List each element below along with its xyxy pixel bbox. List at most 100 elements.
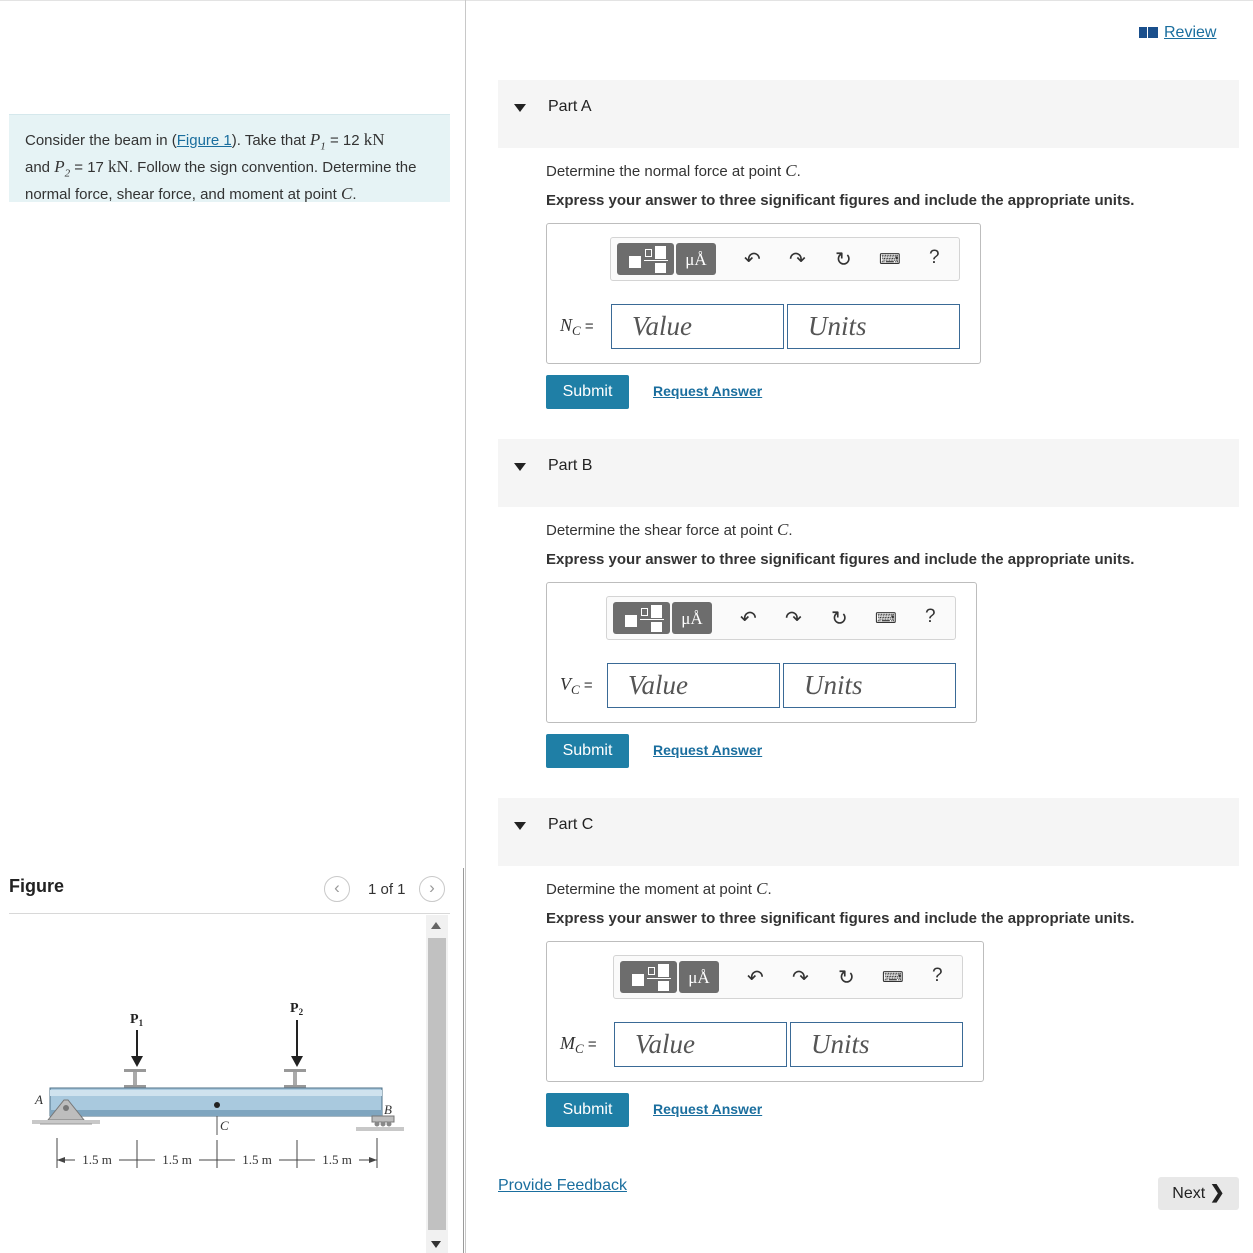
- part-c-submit-button[interactable]: Submit: [546, 1093, 629, 1127]
- prev-figure-button[interactable]: ‹: [324, 876, 350, 902]
- redo-icon[interactable]: ↷: [789, 247, 806, 272]
- units-symbols-button[interactable]: μÅ: [676, 243, 716, 275]
- part-a-answer-box: μÅ ↶ ↷ ↻ ⌨ ? NC = Value Units: [546, 223, 981, 364]
- part-b-answer-box: μÅ ↶ ↷ ↻ ⌨ ? VC = Value Units: [546, 582, 977, 723]
- point-b-label: B: [384, 1102, 392, 1117]
- reset-icon[interactable]: ↻: [838, 965, 855, 990]
- templates-button[interactable]: [613, 602, 670, 634]
- vc-value-input[interactable]: Value: [607, 663, 780, 708]
- p2-arrowhead: [291, 1056, 303, 1067]
- keyboard-icon[interactable]: ⌨: [875, 609, 897, 627]
- nc-label: NC =: [560, 315, 594, 338]
- roller-support-b: [371, 1115, 395, 1123]
- problem-text: Consider the beam in (: [25, 132, 177, 149]
- ground-a: [32, 1120, 100, 1124]
- part-b-header[interactable]: Part B: [498, 439, 1239, 507]
- templates-button[interactable]: [620, 961, 677, 993]
- mc-label: MC =: [560, 1033, 597, 1056]
- part-b-instruction: Express your answer to three significant…: [546, 551, 1135, 568]
- figure-nav: ‹ 1 of 1 ›: [324, 876, 450, 904]
- ground-b: [356, 1127, 404, 1131]
- part-c-question: Determine the moment at point C.: [546, 879, 772, 898]
- math-toolbar: μÅ ↶ ↷ ↻ ⌨ ?: [613, 955, 963, 999]
- p1-value: = 12: [325, 132, 364, 149]
- nc-value-input[interactable]: Value: [611, 304, 784, 349]
- point-c-dot: [214, 1102, 220, 1108]
- part-a-question: Determine the normal force at point C.: [546, 161, 801, 180]
- help-icon[interactable]: ?: [925, 606, 936, 628]
- vc-units-input[interactable]: Units: [783, 663, 956, 708]
- p2-post: [293, 1072, 297, 1086]
- p2-label: P2: [290, 1001, 304, 1017]
- mc-value-input[interactable]: Value: [614, 1022, 787, 1067]
- panel-divider: [465, 0, 466, 1253]
- point-c-symbol: C: [341, 183, 353, 203]
- collapse-triangle-icon: [514, 104, 526, 112]
- keyboard-icon[interactable]: ⌨: [882, 968, 904, 986]
- pin-a: [63, 1105, 69, 1111]
- part-c-request-answer-link[interactable]: Request Answer: [653, 1101, 762, 1117]
- beam-highlight: [50, 1090, 382, 1096]
- help-icon[interactable]: ?: [929, 247, 940, 269]
- units-symbols-button[interactable]: μÅ: [679, 961, 719, 993]
- p1-label: P1: [130, 1012, 144, 1028]
- part-b-title: Part B: [548, 457, 593, 474]
- part-b-question: Determine the shear force at point C.: [546, 520, 793, 539]
- p1-symbol: P1: [309, 130, 326, 153]
- p1-bracket: [124, 1069, 146, 1072]
- next-button[interactable]: Next ❯: [1158, 1177, 1239, 1210]
- beam-shadow: [50, 1110, 382, 1116]
- reset-icon[interactable]: ↻: [835, 247, 852, 272]
- undo-icon[interactable]: ↶: [740, 606, 757, 631]
- p2-unit: kN: [108, 156, 129, 176]
- keyboard-icon[interactable]: ⌨: [879, 250, 901, 268]
- figure-title: Figure: [9, 876, 65, 896]
- undo-icon[interactable]: ↶: [747, 965, 764, 990]
- help-icon[interactable]: ?: [932, 965, 943, 987]
- p2-symbol: P2: [54, 156, 71, 180]
- part-a-header[interactable]: Part A: [498, 80, 1239, 148]
- part-a-instruction: Express your answer to three significant…: [546, 192, 1135, 209]
- review-link[interactable]: Review: [1139, 24, 1216, 42]
- math-toolbar: μÅ ↶ ↷ ↻ ⌨ ?: [606, 596, 956, 640]
- scroll-up-icon[interactable]: [431, 922, 441, 929]
- units-symbols-button[interactable]: μÅ: [672, 602, 712, 634]
- figure-link[interactable]: Figure 1: [177, 132, 232, 149]
- beam-figure: P1 P2 A B C 1.5 m 1.5 m 1.5 m 1.5 m: [32, 1001, 404, 1168]
- part-c-title: Part C: [548, 816, 594, 833]
- provide-feedback-link[interactable]: Provide Feedback: [498, 1177, 627, 1195]
- chevron-right-icon: ❯: [1209, 1182, 1225, 1202]
- part-b-submit-button[interactable]: Submit: [546, 734, 629, 768]
- vc-label: VC =: [560, 674, 593, 697]
- part-c-answer-box: μÅ ↶ ↷ ↻ ⌨ ? MC = Value Units: [546, 941, 984, 1082]
- part-a-title: Part A: [548, 98, 592, 115]
- mc-units-input[interactable]: Units: [790, 1022, 963, 1067]
- dimension-label: 1.5 m: [82, 1152, 112, 1167]
- figure-count: 1 of 1: [368, 881, 406, 898]
- redo-icon[interactable]: ↷: [792, 965, 809, 990]
- part-a-submit-button[interactable]: Submit: [546, 375, 629, 409]
- problem-statement: Consider the beam in (Figure 1). Take th…: [9, 114, 450, 203]
- redo-icon[interactable]: ↷: [785, 606, 802, 631]
- collapse-triangle-icon: [514, 463, 526, 471]
- part-a-request-answer-link[interactable]: Request Answer: [653, 383, 762, 399]
- scroll-down-icon[interactable]: [431, 1241, 441, 1248]
- p1-post: [133, 1072, 137, 1086]
- part-c-header[interactable]: Part C: [498, 798, 1239, 866]
- book-icon: [1139, 27, 1158, 39]
- part-b-request-answer-link[interactable]: Request Answer: [653, 742, 762, 758]
- nc-units-input[interactable]: Units: [787, 304, 960, 349]
- part-c-instruction: Express your answer to three significant…: [546, 910, 1135, 927]
- p2-bracket: [284, 1069, 306, 1072]
- next-figure-button[interactable]: ›: [419, 876, 445, 902]
- dimension-label: 1.5 m: [322, 1152, 352, 1167]
- p1-arrowhead: [131, 1056, 143, 1067]
- templates-button[interactable]: [617, 243, 674, 275]
- figure-scrollbar-thumb[interactable]: [428, 938, 446, 1230]
- point-a-label: A: [34, 1092, 43, 1107]
- panel-divider-lower: [463, 868, 464, 1253]
- point-c-label: C: [220, 1118, 229, 1133]
- problem-text: and: [25, 158, 55, 176]
- undo-icon[interactable]: ↶: [744, 247, 761, 272]
- reset-icon[interactable]: ↻: [831, 606, 848, 631]
